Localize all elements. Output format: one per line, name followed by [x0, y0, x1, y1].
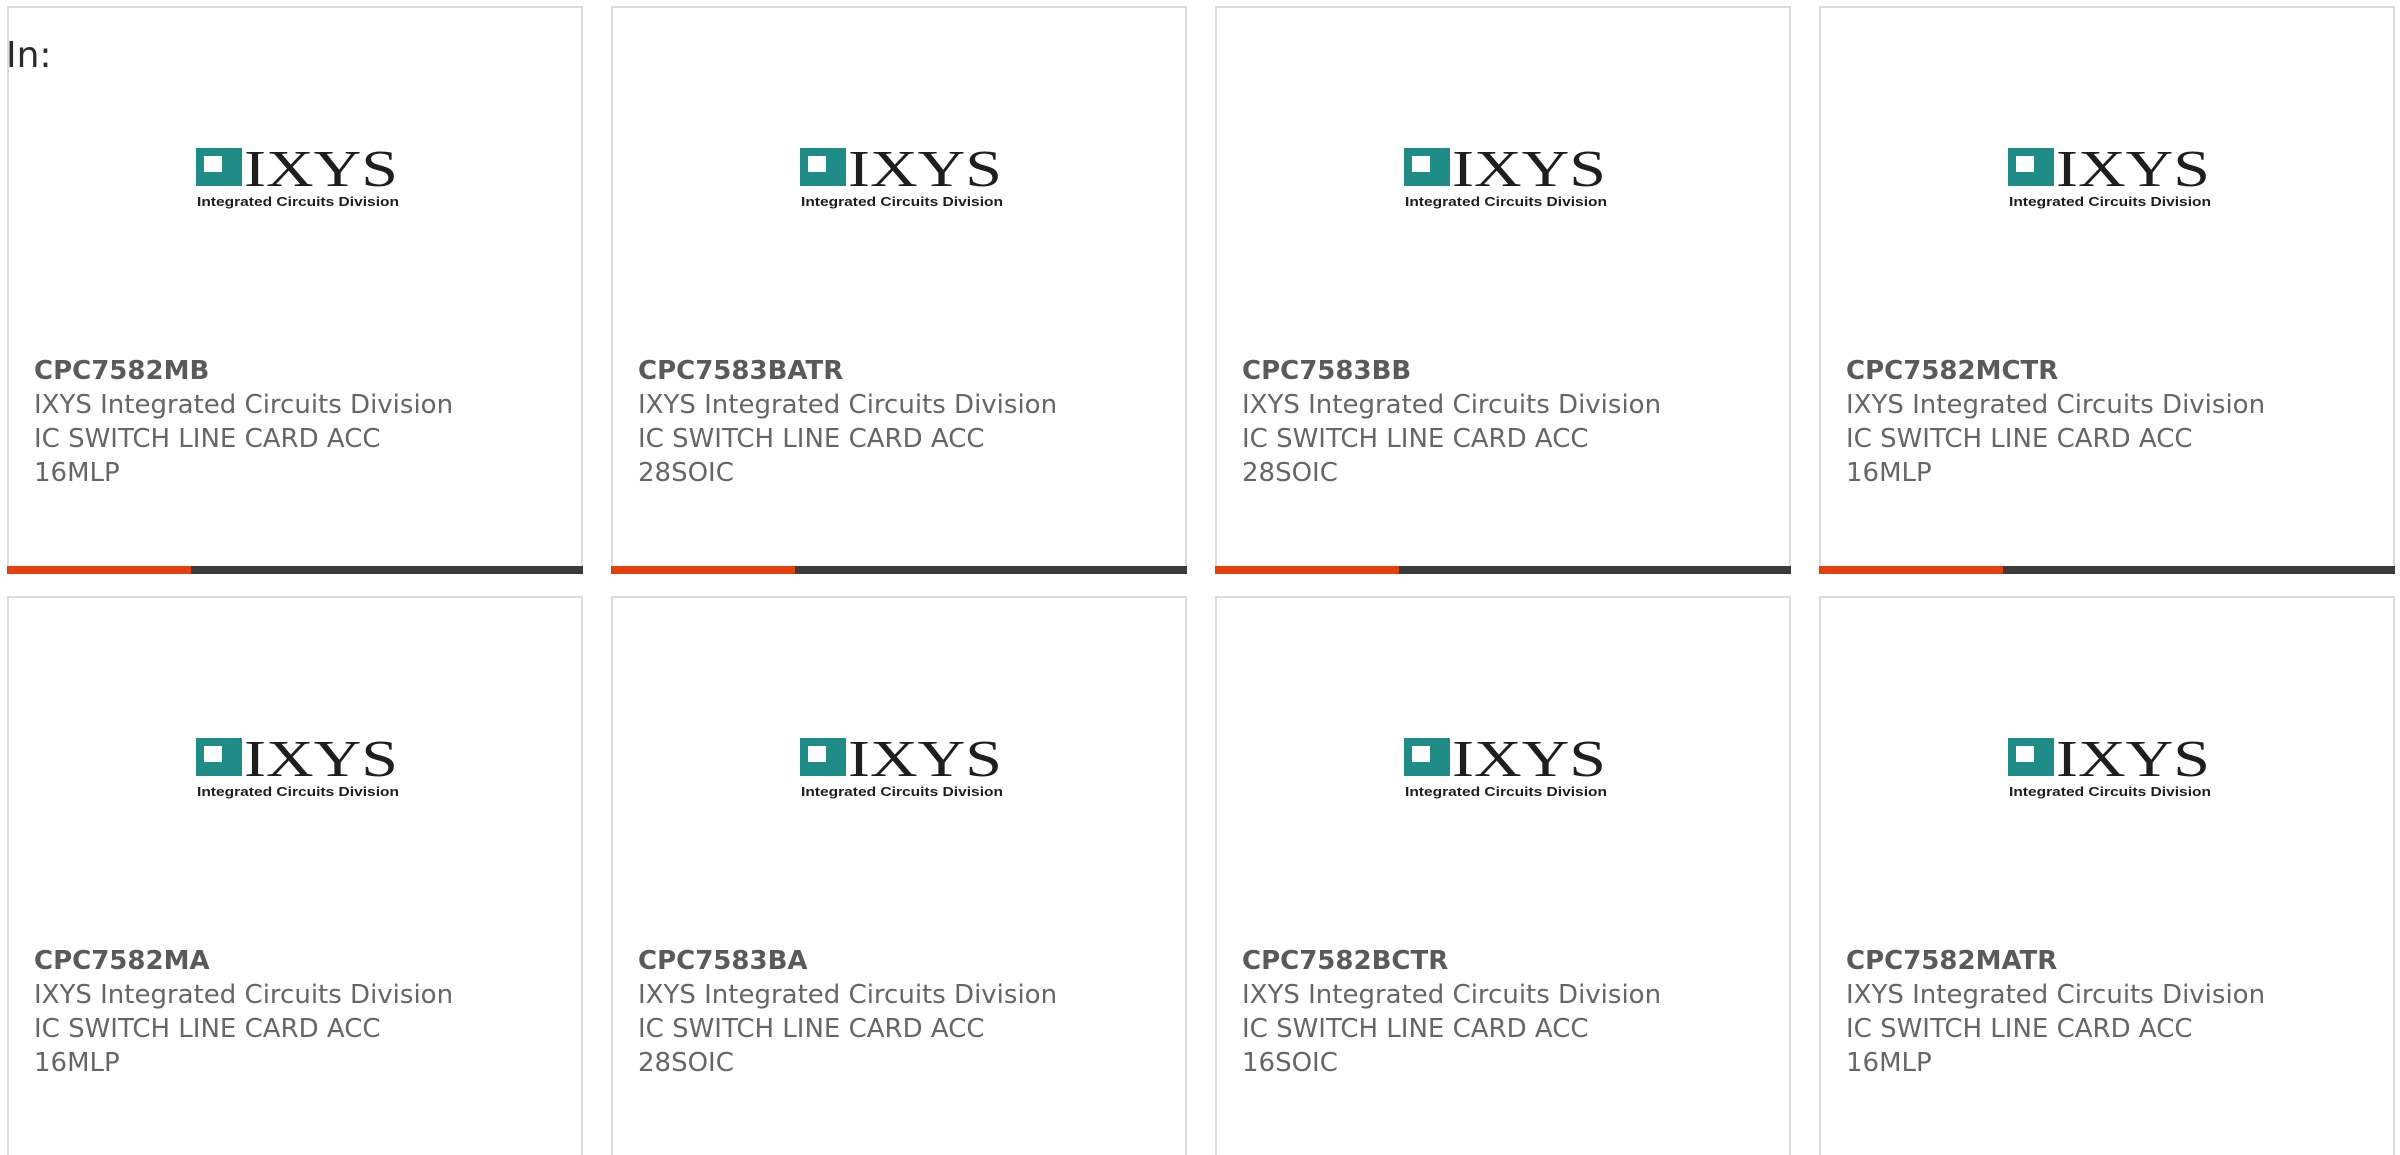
manufacturer: IXYS Integrated Circuits Division — [1846, 980, 2266, 1010]
description: IC SWITCH LINE CARD ACC — [1242, 424, 1589, 454]
product-grid-page: In: IXYS Integrated Circuits Division CPC… — [0, 0, 2400, 1155]
manufacturer: IXYS Integrated Circuits Division — [1242, 980, 1662, 1010]
description: IC SWITCH LINE CARD ACC — [638, 1014, 985, 1044]
description: IC SWITCH LINE CARD ACC — [1846, 1014, 2193, 1044]
product-card[interactable]: IXYS Integrated Circuits Division CPC7582… — [1819, 6, 2395, 574]
part-number: CPC7582MCTR — [1846, 356, 2059, 386]
part-number: CPC7582MB — [34, 356, 210, 386]
ixys-logo-icon: IXYS Integrated Circuits Division — [196, 736, 400, 804]
card-accent-bar — [1819, 566, 2003, 574]
package: 16MLP — [1846, 458, 1932, 488]
svg-text:IXYS: IXYS — [244, 736, 398, 788]
part-number: CPC7582MA — [34, 946, 210, 976]
svg-text:IXYS: IXYS — [848, 736, 1002, 788]
svg-text:IXYS: IXYS — [244, 146, 398, 198]
product-card[interactable]: IXYS Integrated Circuits Division CPC7582… — [1215, 596, 1791, 1155]
manufacturer: IXYS Integrated Circuits Division — [638, 980, 1058, 1010]
package: 16MLP — [1846, 1048, 1932, 1078]
manufacturer: IXYS Integrated Circuits Division — [638, 390, 1058, 420]
svg-text:Integrated Circuits Division: Integrated Circuits Division — [197, 194, 399, 209]
ixys-logo-icon: IXYS Integrated Circuits Division — [2008, 146, 2212, 214]
card-bottom-bar — [1819, 566, 2395, 574]
part-number: CPC7582MATR — [1846, 946, 2058, 976]
package: 28SOIC — [638, 458, 734, 488]
ixys-logo-icon: IXYS Integrated Circuits Division — [800, 736, 1004, 804]
manufacturer: IXYS Integrated Circuits Division — [34, 980, 454, 1010]
svg-text:Integrated Circuits Division: Integrated Circuits Division — [197, 784, 399, 799]
description: IC SWITCH LINE CARD ACC — [638, 424, 985, 454]
part-number: CPC7583BA — [638, 946, 808, 976]
part-number: CPC7583BATR — [638, 356, 844, 386]
product-card[interactable]: IXYS Integrated Circuits Division CPC7583… — [1215, 6, 1791, 574]
product-card[interactable]: IXYS Integrated Circuits Division CPC7583… — [611, 6, 1187, 574]
ixys-logo-icon: IXYS Integrated Circuits Division — [1404, 736, 1608, 804]
part-number: CPC7583BB — [1242, 356, 1412, 386]
ixys-logo-icon: IXYS Integrated Circuits Division — [800, 146, 1004, 214]
package: 16SOIC — [1242, 1048, 1338, 1078]
description: IC SWITCH LINE CARD ACC — [1846, 424, 2193, 454]
svg-text:Integrated Circuits Division: Integrated Circuits Division — [2009, 194, 2211, 209]
ixys-logo-icon: IXYS Integrated Circuits Division — [196, 146, 400, 214]
manufacturer: IXYS Integrated Circuits Division — [1846, 390, 2266, 420]
svg-text:IXYS: IXYS — [2056, 736, 2210, 788]
card-accent-bar — [1215, 566, 1399, 574]
manufacturer: IXYS Integrated Circuits Division — [34, 390, 454, 420]
svg-text:IXYS: IXYS — [1452, 736, 1606, 788]
product-card[interactable]: IXYS Integrated Circuits Division CPC7582… — [1819, 596, 2395, 1155]
card-accent-bar — [7, 566, 191, 574]
ixys-logo-icon: IXYS Integrated Circuits Division — [2008, 736, 2212, 804]
ixys-logo-icon: IXYS Integrated Circuits Division — [1404, 146, 1608, 214]
card-accent-bar — [611, 566, 795, 574]
package: 28SOIC — [1242, 458, 1338, 488]
svg-text:IXYS: IXYS — [848, 146, 1002, 198]
card-bottom-bar — [1215, 566, 1791, 574]
package: 16MLP — [34, 458, 120, 488]
svg-text:Integrated Circuits Division: Integrated Circuits Division — [1405, 784, 1607, 799]
package: 28SOIC — [638, 1048, 734, 1078]
product-card[interactable]: IXYS Integrated Circuits Division CPC7582… — [7, 596, 583, 1155]
product-card[interactable]: IXYS Integrated Circuits Division CPC7583… — [611, 596, 1187, 1155]
card-bottom-bar — [7, 566, 583, 574]
svg-text:IXYS: IXYS — [2056, 146, 2210, 198]
description: IC SWITCH LINE CARD ACC — [1242, 1014, 1589, 1044]
svg-text:IXYS: IXYS — [1452, 146, 1606, 198]
manufacturer: IXYS Integrated Circuits Division — [1242, 390, 1662, 420]
svg-text:Integrated Circuits Division: Integrated Circuits Division — [1405, 194, 1607, 209]
description: IC SWITCH LINE CARD ACC — [34, 424, 381, 454]
in-label: In: — [6, 35, 52, 76]
part-number: CPC7582BCTR — [1242, 946, 1449, 976]
svg-text:Integrated Circuits Division: Integrated Circuits Division — [2009, 784, 2211, 799]
svg-text:Integrated Circuits Division: Integrated Circuits Division — [801, 194, 1003, 209]
product-card[interactable]: IXYS Integrated Circuits Division CPC7582… — [7, 6, 583, 574]
card-bottom-bar — [611, 566, 1187, 574]
svg-text:Integrated Circuits Division: Integrated Circuits Division — [801, 784, 1003, 799]
description: IC SWITCH LINE CARD ACC — [34, 1014, 381, 1044]
package: 16MLP — [34, 1048, 120, 1078]
